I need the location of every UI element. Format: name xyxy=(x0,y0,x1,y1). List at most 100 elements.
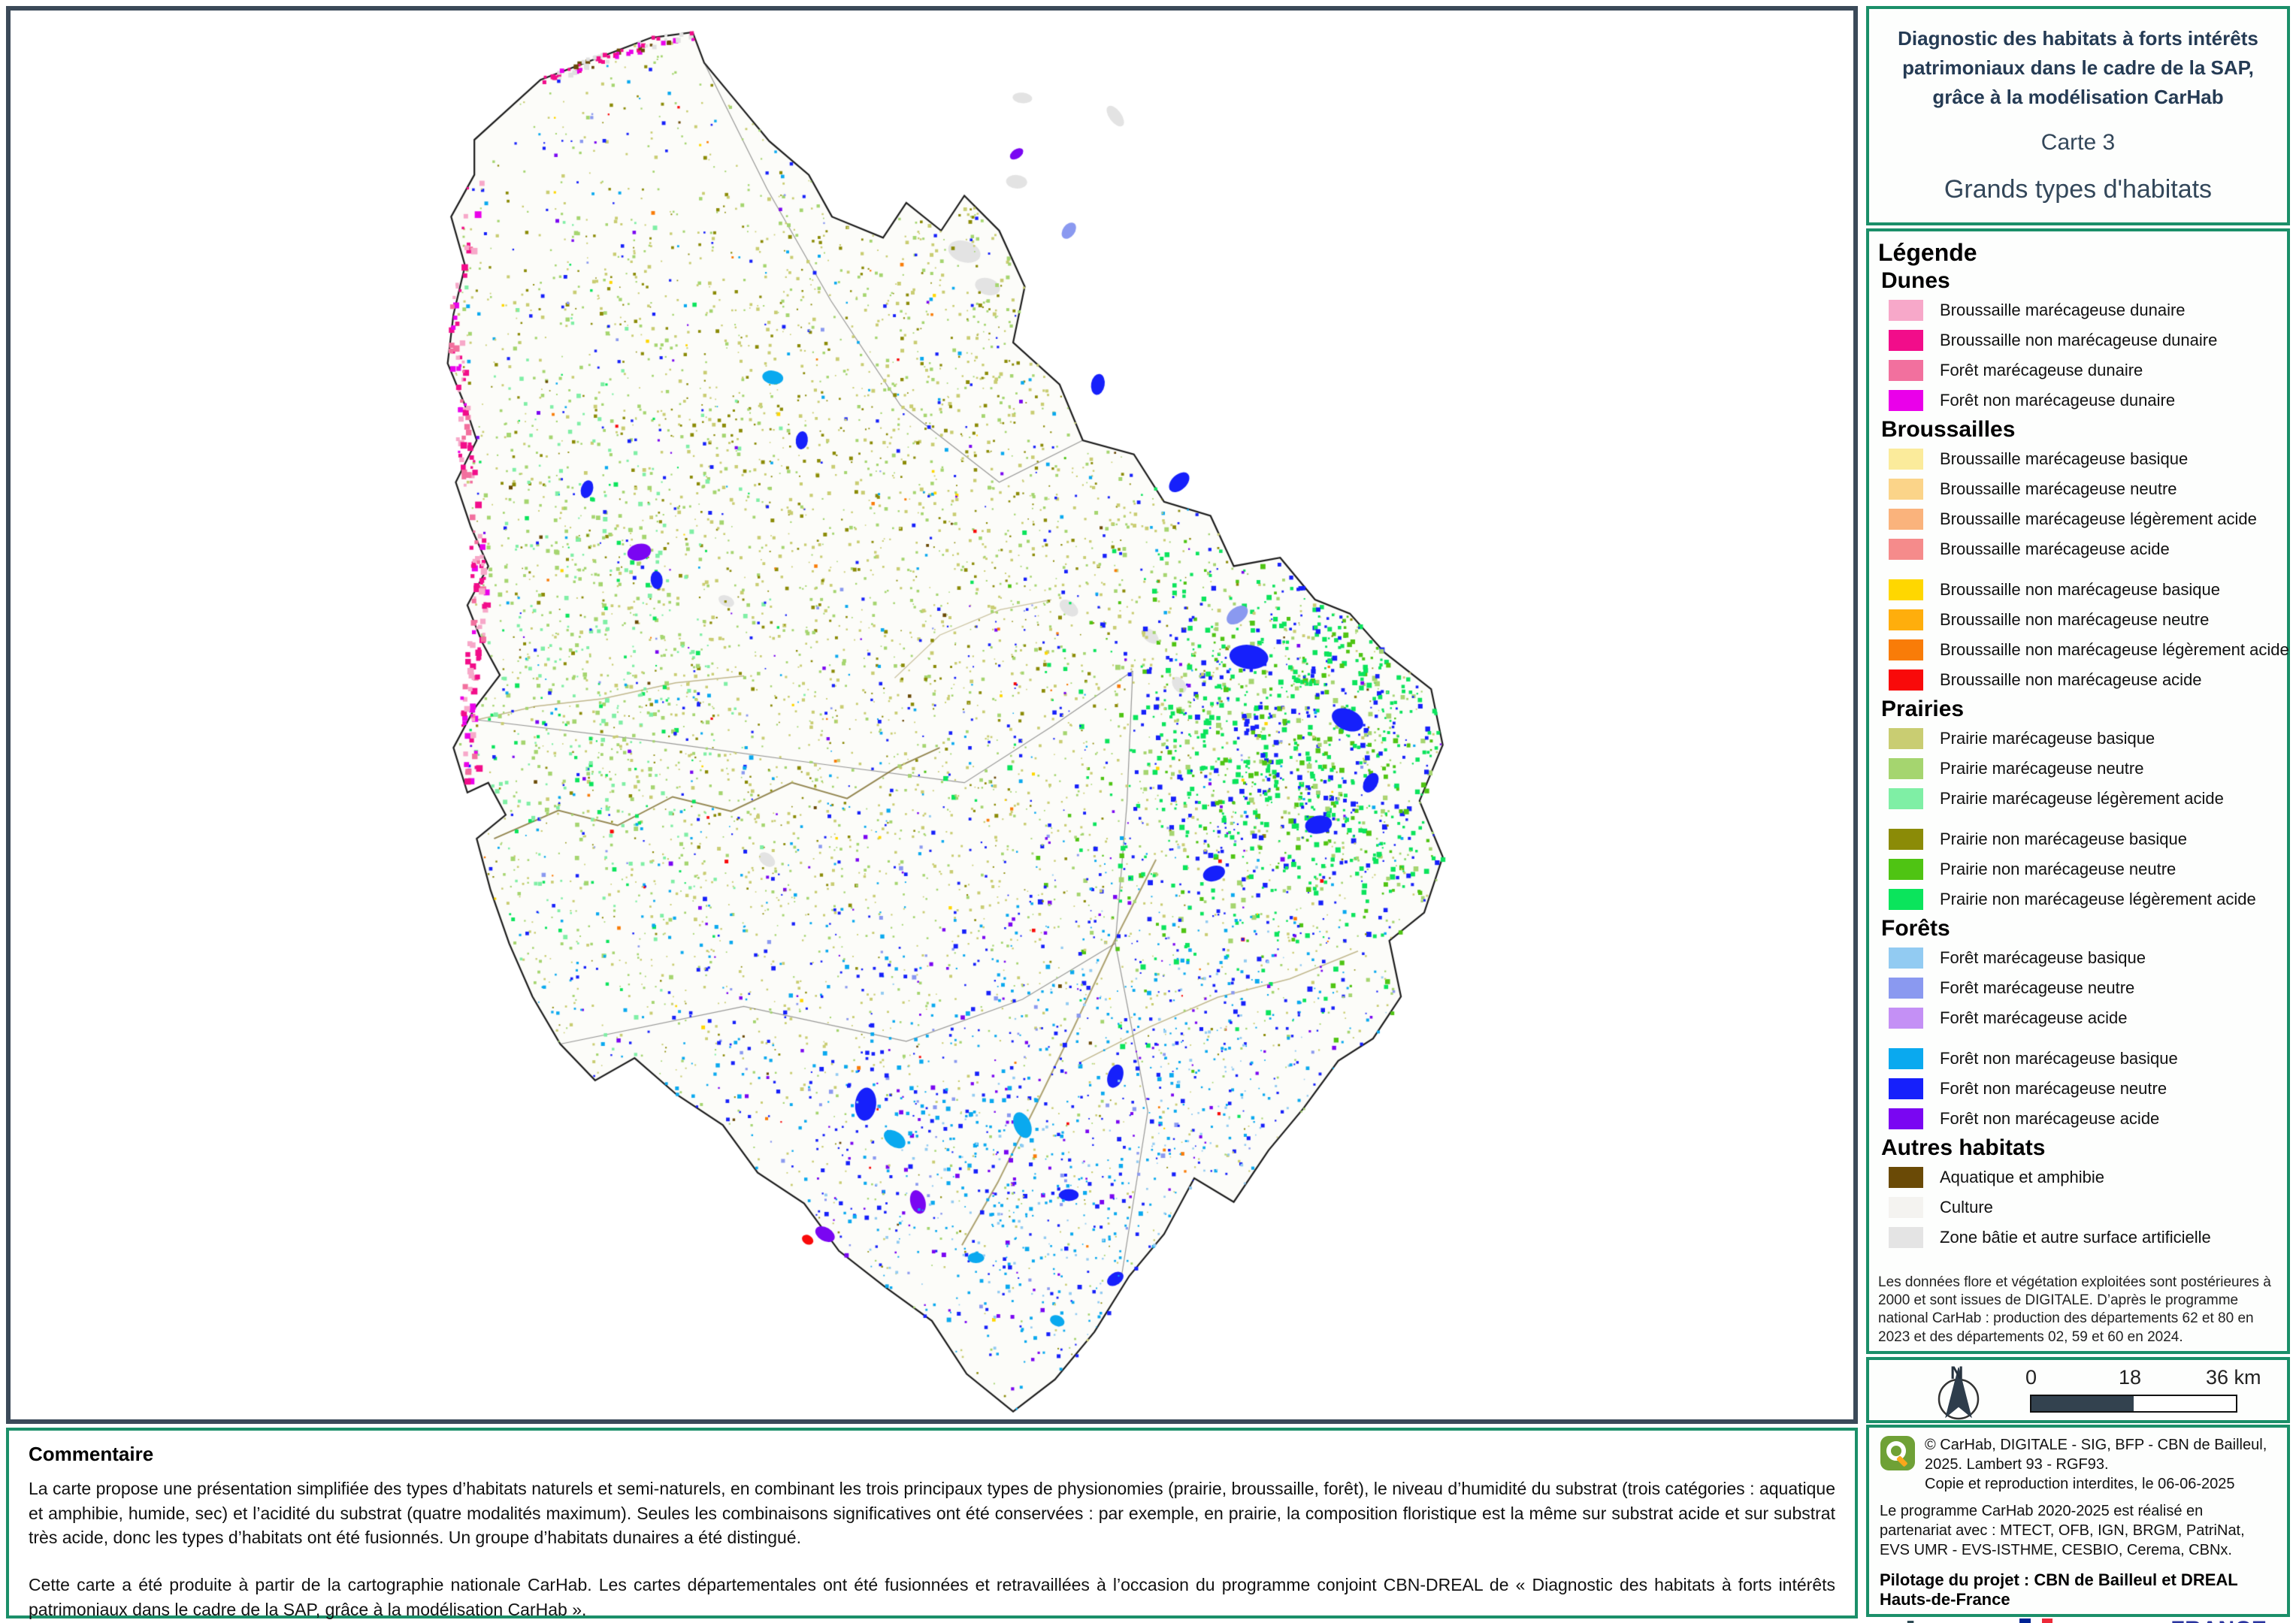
qgis-map-layout: Commentaire La carte propose une présent… xyxy=(0,0,2296,1623)
legend-label: Prairie non marécageuse neutre xyxy=(1940,860,2176,879)
legend-item: Broussaille non marécageuse acide xyxy=(1877,665,2282,695)
legend-swatch xyxy=(1889,609,1923,630)
legend-swatch xyxy=(1889,449,1923,470)
legend-item: Forêt non marécageuse dunaire xyxy=(1877,385,2282,416)
partner-logos: cbn CONSERVATOIRE BOTANIQUE NATIONAL BAI… xyxy=(1880,1618,2276,1623)
legend-swatch xyxy=(1889,539,1923,560)
legend-label: Broussaille non marécageuse basique xyxy=(1940,580,2220,600)
comment-box: Commentaire La carte propose une présent… xyxy=(6,1428,1858,1618)
legend-section-header: Broussailles xyxy=(1881,417,2282,443)
legend-swatch xyxy=(1889,509,1923,530)
legend-item: Broussaille marécageuse neutre xyxy=(1877,474,2282,504)
comment-header: Commentaire xyxy=(29,1443,1835,1466)
legend-swatch xyxy=(1889,829,1923,850)
legend-swatch xyxy=(1889,330,1923,351)
legend-swatch xyxy=(1889,889,1923,910)
legend-label: Broussaille non marécageuse dunaire xyxy=(1940,331,2217,350)
legend-section-header: Forêts xyxy=(1881,916,2282,941)
scalebar-box: N 0 18 36 km xyxy=(1866,1357,2290,1423)
legend-label: Prairie non marécageuse légèrement acide xyxy=(1940,890,2256,909)
legend-item: Prairie marécageuse basique xyxy=(1877,724,2282,754)
legend-gap xyxy=(1877,1033,2282,1044)
legend-item: Forêt non marécageuse neutre xyxy=(1877,1074,2282,1104)
carte-number: Carte 3 xyxy=(1869,130,2287,156)
legend-title: Légende xyxy=(1878,239,2282,267)
partners-text: Le programme CarHab 2020-2025 est réalis… xyxy=(1880,1501,2276,1560)
legend-label: Prairie marécageuse basique xyxy=(1940,729,2155,748)
legend-label: Aquatique et amphibie xyxy=(1940,1168,2104,1187)
copyright-line-1: © CarHab, DIGITALE - SIG, BFP - CBN de B… xyxy=(1925,1435,2276,1474)
legend-label: Broussaille marécageuse basique xyxy=(1940,449,2188,469)
legend-swatch xyxy=(1889,859,1923,880)
legend-swatch xyxy=(1889,1048,1923,1069)
legend-swatch xyxy=(1889,788,1923,809)
legend-item: Forêt non marécageuse acide xyxy=(1877,1104,2282,1134)
qgis-logo-icon xyxy=(1880,1435,1916,1471)
legend-item: Prairie marécageuse légèrement acide xyxy=(1877,784,2282,814)
legend-item: Culture xyxy=(1877,1192,2282,1223)
legend-section-header: Prairies xyxy=(1881,697,2282,722)
legend-item: Forêt marécageuse dunaire xyxy=(1877,355,2282,385)
legend-swatch xyxy=(1889,1008,1923,1029)
legend-note: Les données flore et végétation exploité… xyxy=(1878,1274,2279,1346)
legend-label: Forêt non marécageuse acide xyxy=(1940,1109,2159,1129)
copyright-text: © CarHab, DIGITALE - SIG, BFP - CBN de B… xyxy=(1925,1435,2276,1494)
legend-swatch xyxy=(1889,978,1923,999)
legend-swatch xyxy=(1889,479,1923,500)
legend-item: Broussaille marécageuse basique xyxy=(1877,444,2282,474)
legend-item: Broussaille marécageuse acide xyxy=(1877,534,2282,564)
legend-label: Forêt marécageuse neutre xyxy=(1940,978,2134,998)
legend-item: Broussaille non marécageuse dunaire xyxy=(1877,325,2282,355)
legend-swatch xyxy=(1889,1078,1923,1099)
legend-swatch xyxy=(1889,1167,1923,1188)
legend-swatch xyxy=(1889,1197,1923,1218)
legend-item: Aquatique et amphibie xyxy=(1877,1162,2282,1192)
legend-label: Forêt marécageuse acide xyxy=(1940,1008,2127,1028)
legend-label: Broussaille marécageuse légèrement acide xyxy=(1940,509,2257,529)
copyright-line-2: Copie et reproduction interdites, le 06-… xyxy=(1925,1474,2276,1494)
scale-bar-fill xyxy=(2031,1396,2134,1411)
legend-item: Prairie non marécageuse neutre xyxy=(1877,854,2282,884)
legend-swatch xyxy=(1889,728,1923,749)
legend-swatch xyxy=(1889,579,1923,600)
legend-swatch xyxy=(1889,390,1923,411)
scale-tick-18: 18 xyxy=(2119,1366,2141,1389)
legend-label: Broussaille marécageuse neutre xyxy=(1940,479,2177,499)
legend-gap xyxy=(1877,814,2282,824)
title-box: Diagnostic des habitats à forts intérêts… xyxy=(1866,6,2290,225)
legend-label: Prairie marécageuse neutre xyxy=(1940,759,2143,778)
comment-paragraph-1: La carte propose une présentation simpli… xyxy=(29,1476,1835,1550)
legend-swatch xyxy=(1889,360,1923,381)
legend-gap xyxy=(1877,564,2282,575)
legend-items: DunesBroussaille marécageuse dunaire Brou… xyxy=(1877,268,2282,1253)
legend-label: Broussaille non marécageuse neutre xyxy=(1940,610,2209,630)
legend-item: Broussaille marécageuse dunaire xyxy=(1877,295,2282,325)
legend-label: Prairie marécageuse légèrement acide xyxy=(1940,789,2224,808)
north-label: N xyxy=(1950,1363,1963,1384)
scale-tick-0: 0 xyxy=(2025,1366,2037,1389)
comment-paragraph-2: Cette carte a été produite à partir de l… xyxy=(29,1573,1835,1621)
map-subtitle: Grands types d'habitats xyxy=(1869,175,2287,204)
legend-label: Prairie non marécageuse basique xyxy=(1940,830,2187,849)
legend-swatch xyxy=(1889,669,1923,691)
legend-label: Forêt marécageuse dunaire xyxy=(1940,361,2143,380)
legend-label: Forêt non marécageuse dunaire xyxy=(1940,391,2175,410)
france-nation-verte-logo: FRANCE NATION VERTE ❯ Agir - Mobiliser -… xyxy=(2170,1618,2276,1623)
legend-swatch xyxy=(1889,639,1923,660)
legend-section-header: Dunes xyxy=(1881,268,2282,294)
legend-item: Forêt non marécageuse basique xyxy=(1877,1044,2282,1074)
legend-item: Forêt marécageuse basique xyxy=(1877,943,2282,973)
credits-box: © CarHab, DIGITALE - SIG, BFP - CBN de B… xyxy=(1866,1425,2290,1617)
legend-item: Zone bâtie et autre surface artificielle xyxy=(1877,1223,2282,1253)
legend-label: Broussaille marécageuse acide xyxy=(1940,539,2170,559)
prefet-logo: PRÉFET DE LA RÉGION HAUTS-DE-FRANCE Libe… xyxy=(2019,1618,2145,1623)
legend-section-header: Autres habitats xyxy=(1881,1135,2282,1161)
legend-swatch xyxy=(1889,300,1923,321)
legend-label: Forêt non marécageuse neutre xyxy=(1940,1079,2167,1099)
legend-swatch xyxy=(1889,948,1923,969)
pilotage-text: Pilotage du projet : CBN de Bailleul et … xyxy=(1880,1570,2276,1609)
map-frame xyxy=(6,6,1858,1424)
legend-item: Broussaille non marécageuse légèrement a… xyxy=(1877,635,2282,665)
legend-box: Légende DunesBroussaille marécageuse dun… xyxy=(1866,228,2290,1354)
cbn-logo: cbn CONSERVATOIRE BOTANIQUE NATIONAL BAI… xyxy=(1880,1618,1998,1623)
